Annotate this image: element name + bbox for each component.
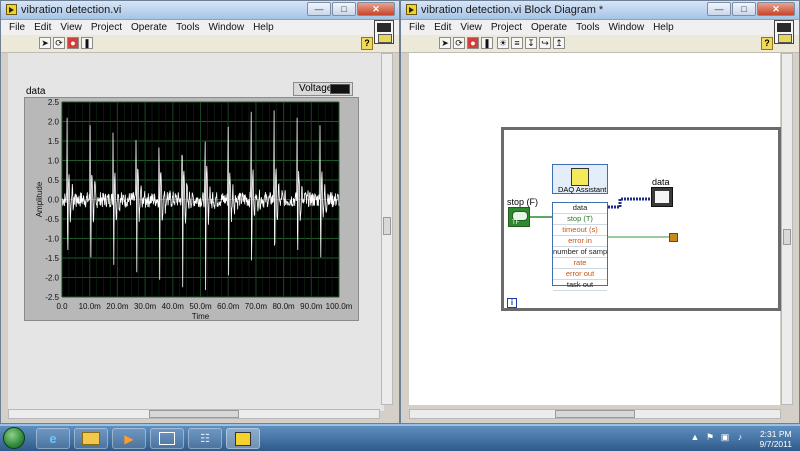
x-tick-label: 10.0m — [79, 302, 102, 311]
block-diagram-vertical-scrollbar[interactable] — [781, 53, 793, 405]
y-tick-label: -1.0 — [45, 235, 59, 244]
clock-time: 2:31 PM — [759, 429, 792, 439]
taskbar: e ▶ ☷ ▲ ⚑ ▣ ♪ 2:31 PM 9/7/2011 — [0, 425, 800, 451]
x-tick-label: 100.0m — [326, 302, 353, 311]
run-continuously-icon[interactable]: ⟳ — [453, 37, 465, 49]
y-tick-label: 0.0 — [48, 196, 60, 205]
stop-button-terminal[interactable]: TF — [508, 207, 530, 227]
daq-terminal-error-out[interactable]: error out — [553, 269, 607, 280]
x-tick-label: 20.0m — [106, 302, 129, 311]
block-diagram-horizontal-scrollbar[interactable] — [409, 409, 781, 419]
daq-terminal-data[interactable]: data — [553, 203, 607, 214]
x-axis-label: Time — [192, 312, 210, 321]
close-button[interactable]: ✕ — [757, 2, 795, 16]
block-diagram-titlebar[interactable]: vibration detection.vi Block Diagram * —… — [401, 1, 799, 20]
menu-tools[interactable]: Tools — [576, 22, 599, 33]
menu-edit[interactable]: Edit — [434, 22, 451, 33]
abort-icon[interactable]: ● — [467, 37, 479, 49]
x-tick-label: 60.0m — [217, 302, 240, 311]
menu-window[interactable]: Window — [608, 22, 644, 33]
vertical-scroll-thumb[interactable] — [783, 229, 791, 245]
window-icon[interactable] — [150, 428, 184, 449]
x-tick-label: 90.0m — [300, 302, 323, 311]
daq-assistant-terminals: data stop (T) timeout (s) error in numbe… — [552, 202, 608, 291]
clock-date: 9/7/2011 — [759, 439, 792, 449]
daq-terminal-number-of-samples[interactable]: number of samp — [553, 247, 607, 258]
highlight-execution-icon[interactable]: ☀ — [497, 37, 509, 49]
daq-terminal-error-in[interactable]: error in — [553, 236, 607, 247]
labview-taskbar-icon[interactable] — [226, 428, 260, 449]
while-loop[interactable] — [501, 127, 781, 311]
y-tick-label: -0.5 — [45, 215, 59, 224]
data-indicator-label: data — [652, 177, 670, 187]
error-out-terminal[interactable] — [669, 233, 678, 242]
x-tick-label: 70.0m — [245, 302, 268, 311]
x-tick-label: 0.0 — [56, 302, 68, 311]
y-tick-label: 1.5 — [48, 137, 60, 146]
menu-project[interactable]: Project — [491, 22, 522, 33]
y-tick-label: 2.0 — [48, 118, 60, 127]
block-diagram-title: vibration detection.vi Block Diagram * — [421, 4, 604, 16]
tray-volume-icon[interactable]: ♪ — [735, 432, 745, 442]
menu-file[interactable]: File — [409, 22, 425, 33]
daq-assistant-express-vi[interactable]: DAQ Assistant — [552, 164, 608, 194]
daq-terminal-stop[interactable]: stop (T) — [553, 214, 607, 225]
daq-assistant-title: DAQ Assistant — [558, 185, 607, 194]
horizontal-scroll-thumb[interactable] — [555, 410, 635, 418]
x-tick-label: 40.0m — [162, 302, 185, 311]
context-help-button[interactable]: ? — [761, 37, 773, 50]
y-tick-label: -1.5 — [45, 254, 59, 263]
y-tick-label: -2.5 — [45, 293, 59, 302]
minimize-button[interactable]: — — [707, 2, 731, 16]
y-axis-label: Amplitude — [35, 181, 44, 217]
retain-wire-values-icon[interactable]: ≡ — [511, 37, 523, 49]
labview-app-icon — [406, 4, 417, 15]
y-tick-label: 2.5 — [48, 98, 60, 107]
daq-assistant-icon — [571, 168, 589, 186]
tray-arrow-icon[interactable]: ▲ — [690, 432, 700, 442]
x-tick-label: 80.0m — [272, 302, 295, 311]
stop-control-label: stop (F) — [507, 197, 539, 207]
y-tick-label: 1.0 — [48, 157, 60, 166]
menu-view[interactable]: View — [460, 22, 482, 33]
x-tick-label: 30.0m — [134, 302, 157, 311]
daq-terminal-timeout[interactable]: timeout (s) — [553, 225, 607, 236]
tray-network-icon[interactable]: ▣ — [720, 432, 730, 442]
block-diagram-menubar: File Edit View Project Operate Tools Win… — [401, 20, 799, 35]
menu-help[interactable]: Help — [653, 22, 674, 33]
maximize-button[interactable]: □ — [732, 2, 756, 16]
block-diagram-vi-icon[interactable] — [774, 20, 794, 44]
start-button[interactable] — [3, 427, 25, 449]
boolean-tf-text: TF — [512, 220, 520, 226]
step-out-icon[interactable]: ↥ — [553, 37, 565, 49]
loop-iteration-terminal[interactable]: i — [507, 298, 517, 308]
media-player-icon[interactable]: ▶ — [112, 428, 146, 449]
x-tick-label: 50.0m — [189, 302, 212, 311]
daq-terminal-rate[interactable]: rate — [553, 258, 607, 269]
y-tick-label: 0.5 — [48, 176, 60, 185]
block-diagram-toolbar: ➤ ⟳ ● ❚ ☀ ≡ ↧ ↪ ↥ ? — [401, 35, 799, 53]
y-tick-label: -2.0 — [45, 274, 59, 283]
data-graph-indicator-terminal[interactable] — [651, 187, 673, 207]
explorer-folder-icon[interactable] — [74, 428, 108, 449]
clock[interactable]: 2:31 PM 9/7/2011 — [760, 429, 792, 449]
step-into-icon[interactable]: ↧ — [525, 37, 537, 49]
tray-flag-icon[interactable]: ⚑ — [705, 432, 715, 442]
menu-operate[interactable]: Operate — [531, 22, 567, 33]
run-arrow-icon[interactable]: ➤ — [439, 37, 451, 49]
daq-terminal-task-out[interactable]: task out — [553, 280, 607, 291]
pause-icon[interactable]: ❚ — [481, 37, 493, 49]
internet-explorer-icon[interactable]: e — [36, 428, 70, 449]
network-icon[interactable]: ☷ — [188, 428, 222, 449]
step-over-icon[interactable]: ↪ — [539, 37, 551, 49]
